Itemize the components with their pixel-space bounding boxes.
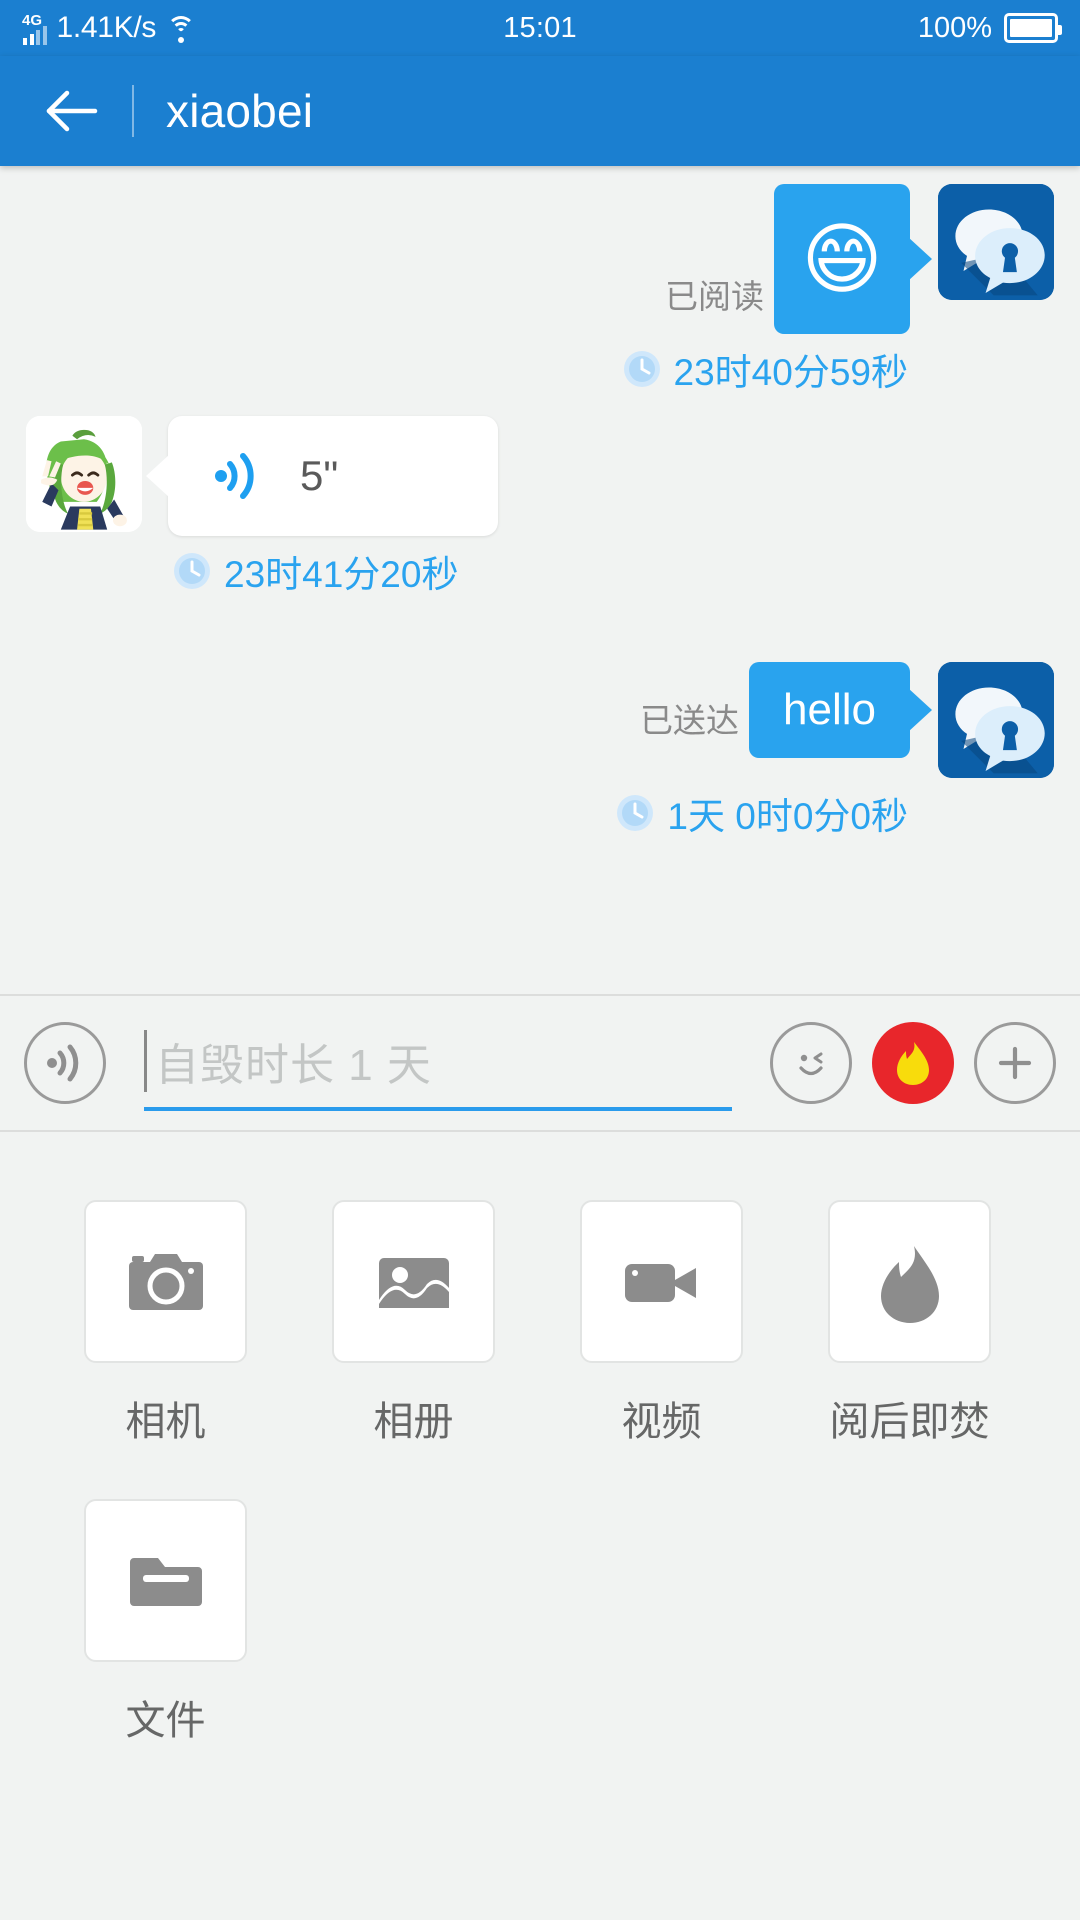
message-text: hello [783,685,876,734]
title-divider [132,85,134,137]
network-type-label: 4G [22,12,43,29]
status-bar-right: 100% [577,11,1063,45]
message-bubble-wrap: 已阅读 😄 [665,184,938,334]
anime-girl-avatar-icon [26,416,142,532]
status-bar-left: 4G 1.41K/s [22,11,503,45]
message-bubble-line: 已送达 hello [640,662,938,758]
folder-icon [129,1557,202,1606]
attachment-label: 相机 [125,1400,206,1444]
attachment-item-album[interactable]: 相册 [332,1200,532,1447]
attachment-item-file[interactable]: 文件 [84,1499,284,1746]
attachment-item-camera[interactable]: 相机 [84,1200,284,1447]
message-bubble-line: 已阅读 😄 [665,184,938,334]
status-bar-clock: 15:01 [503,11,577,44]
flame-icon [880,1245,939,1323]
attachment-label: 相册 [373,1400,454,1444]
clock-icon [617,795,654,831]
avatar-friend[interactable] [26,416,142,532]
attachment-item-burn-after-reading[interactable]: 阅后即焚 [828,1200,1028,1447]
chat-message-list[interactable]: 已阅读 😄 23时40分59秒 5" 23时41分20秒 已送达 hello 1… [0,166,1080,994]
title-bar: xiaobei [0,56,1080,166]
message-input-bar: 自毁时长 1 天 [0,994,1080,1132]
avatar-self[interactable] [938,184,1054,300]
clock-icon [623,351,660,387]
photo-album-icon [378,1257,449,1308]
secure-chat-avatar-icon [938,662,1054,778]
attachment-tile[interactable] [84,1200,247,1363]
plus-icon [998,1046,1032,1080]
back-button[interactable] [40,79,104,143]
message-status-label: 已送达 [640,701,740,739]
battery-icon [1004,13,1063,43]
message-timestamp: 23时41分20秒 [224,554,459,595]
message-bubble-line: 5" [142,416,498,536]
page-title: xiaobei [166,85,314,137]
sticker-bubble[interactable]: 😄 [774,184,910,334]
message-row-voice-incoming[interactable]: 5" [0,416,1080,536]
message-timestamp: 23时40分59秒 [673,352,908,393]
message-timestamp-row: 23时40分59秒 [0,342,1080,396]
attachment-tile[interactable] [84,1499,247,1662]
attachment-item-video[interactable]: 视频 [580,1200,780,1447]
text-message-bubble[interactable]: hello [749,662,910,758]
wifi-icon [166,14,196,44]
message-input-placeholder: 自毁时长 1 天 [155,1041,432,1090]
flame-icon [897,1042,929,1085]
burn-after-reading-button[interactable] [872,1022,954,1104]
message-status-label: 已阅读 [665,278,764,315]
message-timestamp: 1天 0时0分0秒 [667,796,908,837]
attachment-label: 文件 [125,1699,206,1743]
voice-message-bubble[interactable]: 5" [168,416,498,536]
back-arrow-icon [46,90,98,132]
message-timestamp-row: 23时41分20秒 [0,544,1080,598]
attachment-tile[interactable] [828,1200,991,1363]
message-timestamp-row: 1天 0时0分0秒 [0,786,1080,840]
attachment-tile[interactable] [580,1200,743,1363]
voice-duration-label: 5" [300,452,339,499]
secure-chat-avatar-icon [938,184,1054,300]
message-input-field[interactable]: 自毁时长 1 天 [144,1015,732,1111]
avatar-self[interactable] [938,662,1054,778]
attachment-grid: 相机 相册 视频 阅后即焚 文件 [0,1200,1080,1798]
smiling-emoji-icon: 😄 [801,215,883,303]
voice-record-button[interactable] [24,1022,106,1104]
voice-wave-icon [215,453,254,499]
attachment-label: 视频 [621,1400,702,1444]
camera-icon [128,1253,203,1310]
message-bubble-wrap: 5" [142,416,498,536]
video-camera-icon [624,1263,696,1302]
attachment-panel: 相机 相册 视频 阅后即焚 文件 [0,1132,1080,1798]
network-speed-label: 1.41K/s [56,11,157,44]
attachment-label: 阅后即焚 [829,1400,990,1444]
message-row-sticker-outgoing[interactable]: 已阅读 😄 [0,184,1080,334]
emoji-button[interactable] [770,1022,852,1104]
cellular-signal-icon: 4G [22,11,47,45]
wink-face-icon [799,1052,823,1076]
message-row-text-outgoing[interactable]: 已送达 hello [0,662,1080,778]
message-bubble-wrap: 已送达 hello [640,662,938,758]
clock-icon [174,553,210,589]
add-attachment-button[interactable] [974,1022,1056,1104]
text-caret [144,1030,147,1092]
status-bar: 4G 1.41K/s 15:01 100% [0,0,1080,56]
attachment-tile[interactable] [332,1200,495,1363]
voice-record-icon [47,1044,79,1082]
battery-percent-label: 100% [917,11,993,44]
